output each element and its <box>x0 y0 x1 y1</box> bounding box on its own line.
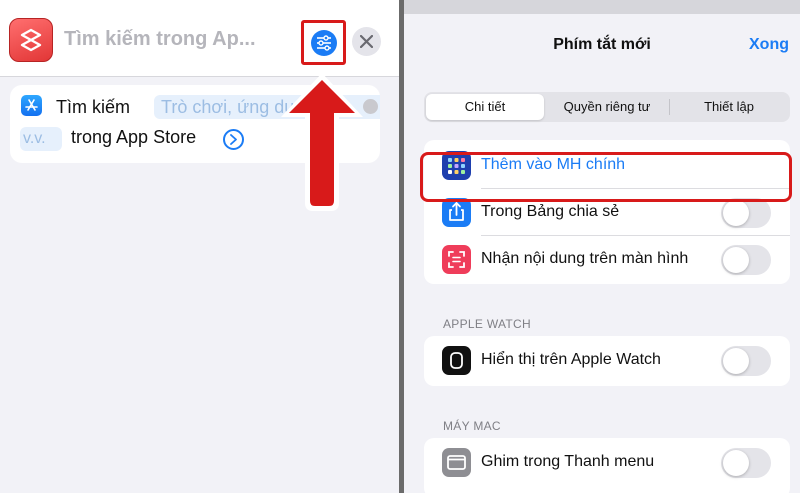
pin-in-menu-bar-row: Ghim trong Thanh menu <box>424 439 790 486</box>
shortcut-name-title[interactable]: Tìm kiếm trong Ap... <box>64 28 256 51</box>
details-segmented-control: Chi tiết Quyền riêng tư Thiết lập <box>424 92 790 122</box>
search-term-input-cont[interactable]: v.v. <box>20 127 62 151</box>
show-on-apple-watch-label: Hiển thị trên Apple Watch <box>481 351 661 368</box>
action-suffix-label: trong App Store <box>71 127 197 147</box>
menu-bar-icon <box>442 448 471 477</box>
add-to-home-highlight-box <box>420 152 792 202</box>
apple-watch-icon <box>442 346 471 375</box>
new-shortcut-sheet-pane: Phím tắt mới Xong Chi tiết Quyền riêng t… <box>404 0 800 493</box>
screen-content-row: Nhận nội dung trên màn hình <box>424 236 790 283</box>
action-verb-label: Tìm kiếm <box>56 97 130 117</box>
tab-privacy[interactable]: Quyền riêng tư <box>546 94 668 120</box>
chevron-right-icon[interactable] <box>223 129 244 150</box>
done-button[interactable]: Xong <box>749 36 789 54</box>
screen-content-toggle[interactable] <box>721 245 771 275</box>
pin-in-menu-bar-toggle[interactable] <box>721 448 771 478</box>
tab-settings[interactable]: Thiết lập <box>670 94 788 120</box>
editor-top-bar: Tìm kiếm trong Ap... <box>0 0 399 77</box>
apple-watch-section-header: APPLE WATCH <box>443 317 531 331</box>
sheet-title: Phím tắt mới <box>553 36 651 53</box>
show-on-apple-watch-row: Hiển thị trên Apple Watch <box>424 337 790 384</box>
close-icon[interactable] <box>352 27 381 56</box>
shortcut-editor-pane: Tìm kiếm trong Ap... Tìm kiếm Trò chơi, … <box>0 0 399 493</box>
tab-details[interactable]: Chi tiết <box>426 94 544 120</box>
pin-in-menu-bar-label: Ghim trong Thanh menu <box>481 453 655 470</box>
sheet-backdrop <box>404 0 800 14</box>
screen-content-label: Nhận nội dung trên màn hình <box>481 250 689 267</box>
app-store-icon <box>21 95 42 116</box>
new-shortcut-sheet: Phím tắt mới Xong Chi tiết Quyền riêng t… <box>404 14 800 493</box>
apple-watch-group: Hiển thị trên Apple Watch <box>424 336 790 386</box>
mac-section-header: MÁY MAC <box>443 419 501 433</box>
share-icon <box>442 198 471 227</box>
sliders-icon[interactable] <box>311 30 337 56</box>
mac-group: Ghim trong Thanh menu <box>424 438 790 493</box>
screen-capture-icon <box>442 245 471 274</box>
show-on-apple-watch-toggle[interactable] <box>721 346 771 376</box>
clear-input-icon[interactable] <box>363 99 378 114</box>
settings-highlight-box <box>301 20 346 65</box>
up-arrow-annotation-icon <box>281 73 363 211</box>
share-sheet-label: Trong Bảng chia sẻ <box>481 203 620 220</box>
shortcuts-app-icon[interactable] <box>9 18 53 62</box>
share-sheet-toggle[interactable] <box>721 198 771 228</box>
